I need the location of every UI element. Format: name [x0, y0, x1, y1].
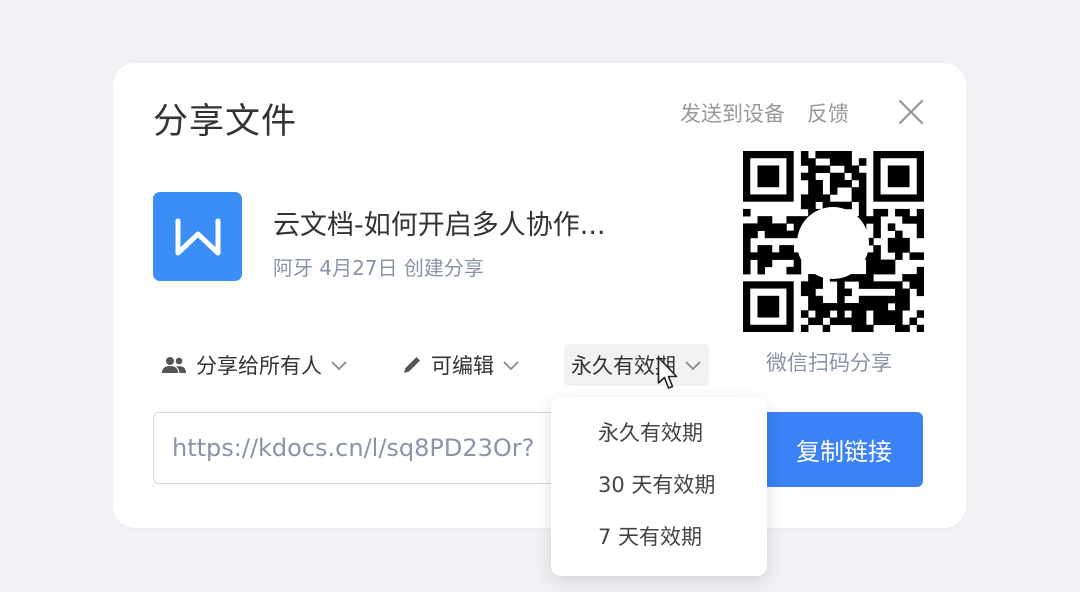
copy-link-button[interactable]: 复制链接 [765, 412, 923, 487]
send-to-device-link[interactable]: 发送到设备 [680, 98, 785, 128]
dropdown-item-30-days[interactable]: 30 天有效期 [598, 469, 715, 499]
people-icon [162, 357, 186, 373]
qr-code [743, 151, 925, 333]
permission-selector[interactable]: 可编辑 [401, 344, 520, 386]
dropdown-item-7-days[interactable]: 7 天有效期 [598, 521, 702, 551]
close-icon [898, 99, 924, 125]
chevron-down-icon [503, 361, 519, 371]
validity-dropdown-menu: 永久有效期 30 天有效期 7 天有效期 [551, 397, 767, 576]
chevron-down-icon [685, 361, 701, 371]
chevron-down-icon [331, 361, 347, 371]
audience-selector[interactable]: 分享给所有人 [160, 344, 348, 386]
dialog-title: 分享文件 [153, 102, 298, 142]
qr-code-image [743, 151, 925, 333]
audience-label: 分享给所有人 [196, 354, 322, 378]
header-links: 发送到设备 反馈 [680, 98, 849, 128]
file-type-icon [153, 192, 242, 281]
validity-selector[interactable]: 永久有效期 [564, 344, 709, 386]
feedback-link[interactable]: 反馈 [807, 98, 849, 128]
dropdown-item-permanent[interactable]: 永久有效期 [598, 417, 703, 447]
close-button[interactable] [896, 97, 926, 127]
word-doc-icon [175, 218, 220, 255]
file-name: 云文档-如何开启多人协作... [273, 210, 606, 241]
validity-label: 永久有效期 [571, 354, 676, 378]
qr-caption[interactable]: 微信扫码分享 [766, 347, 892, 377]
share-dialog: 分享文件 发送到设备 反馈 云文档-如何开启多人协作... 阿牙 4月27日 创… [113, 63, 966, 528]
file-meta: 阿牙 4月27日 创建分享 [273, 256, 484, 280]
permission-label: 可编辑 [431, 354, 494, 378]
pencil-icon [404, 357, 420, 373]
